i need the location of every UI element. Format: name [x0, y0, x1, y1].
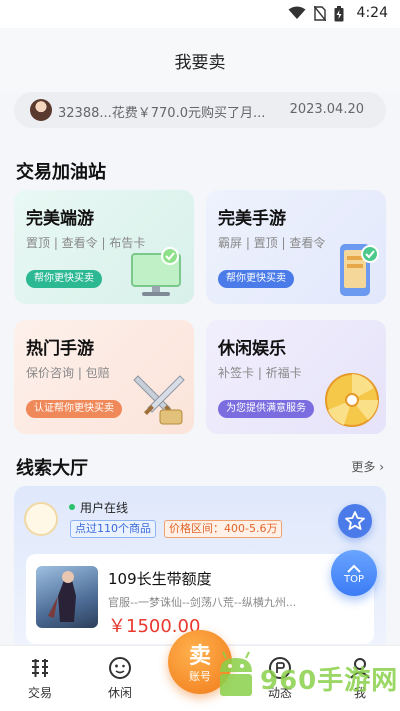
wifi-icon [288, 6, 306, 19]
online-indicator [69, 504, 75, 510]
price-range-tag: 价格区间：400-5.6万 [164, 520, 283, 538]
crossed-swords-icon [133, 375, 185, 425]
card-leisure[interactable]: 休闲娱乐 补签卡 | 祈福卡 为您提供满意服务 [206, 320, 386, 434]
tab-label: 交易 [27, 686, 52, 700]
page-title: 我要卖 [174, 53, 226, 73]
tab-trade[interactable]: 交易 [10, 654, 70, 701]
more-label: 更多 [351, 460, 376, 474]
status-icons [288, 6, 344, 22]
section-title-boost: 交易加油站 [16, 162, 106, 183]
card-subtitle: 补签卡 | 祈福卡 [218, 366, 302, 380]
card-action-button[interactable]: 认证帮你更快买卖 [26, 400, 122, 418]
card-action-button[interactable]: 帮你更快买卖 [218, 270, 294, 288]
watermark: 960手游网 [214, 648, 400, 706]
card-perfect-pc[interactable]: 完美端游 置顶 | 查看令 | 布告卡 帮你更快买卖 [14, 190, 194, 304]
tab-label: 休闲 [107, 686, 132, 700]
section-title-leads: 线索大厅 [16, 458, 88, 479]
monitor-icon [131, 247, 181, 296]
card-title: 热门手游 [26, 339, 94, 359]
watermark-text: 960手游网 [260, 666, 399, 696]
game-face-icon [109, 657, 131, 679]
favorite-button[interactable] [338, 504, 372, 538]
card-perfect-mobile[interactable]: 完美手游 霸屏 | 置顶 | 查看令 帮你更快买卖 [206, 190, 386, 304]
goods-count-tag: 点过110个商品 [70, 520, 156, 538]
tab-leisure[interactable]: 休闲 [90, 654, 150, 701]
clock: 4:24 [356, 5, 388, 21]
status-bar: 4:24 [0, 0, 400, 28]
chevron-right-icon: › [379, 460, 384, 474]
star-icon [345, 511, 365, 530]
card-subtitle: 保价咨询 | 包赔 [26, 366, 110, 380]
phone-icon [340, 244, 379, 296]
product-thumbnail [36, 566, 98, 628]
trade-icon [32, 659, 48, 677]
card-action-button[interactable]: 帮你更快买卖 [26, 270, 102, 288]
online-status: 用户在线 [80, 501, 129, 515]
battery-icon [334, 6, 344, 22]
ticker-message: 32388...花费￥770.0元购买了月... [58, 106, 266, 121]
ticker-date: 2023.04.20 [289, 102, 364, 117]
prize-wheel-icon [325, 373, 379, 427]
card-action-button[interactable]: 为您提供满意服务 [218, 400, 314, 418]
more-link[interactable]: 更多 › [351, 458, 384, 475]
top-label: TOP [343, 574, 364, 585]
back-to-top-button[interactable]: TOP [331, 550, 377, 596]
android-logo-icon [220, 651, 252, 696]
lead-avatar [24, 502, 58, 536]
card-title: 完美端游 [26, 209, 94, 229]
no-sim-icon [314, 6, 326, 21]
purchase-ticker[interactable]: 32388...花费￥770.0元购买了月... 2023.04.20 [14, 92, 386, 128]
game-character-image [48, 571, 76, 622]
card-hot-mobile[interactable]: 热门手游 保价咨询 | 包赔 认证帮你更快买卖 [14, 320, 194, 434]
card-subtitle: 霸屏 | 置顶 | 查看令 [218, 236, 326, 250]
product-description: 官服--一梦诛仙--剑荡八荒--纵横九州... [108, 596, 297, 609]
avatar [30, 99, 52, 121]
product-title: 109长生带额度 [108, 570, 212, 588]
card-title: 完美手游 [218, 209, 286, 229]
header: 我要卖 [0, 28, 400, 92]
card-title: 休闲娱乐 [218, 339, 286, 359]
